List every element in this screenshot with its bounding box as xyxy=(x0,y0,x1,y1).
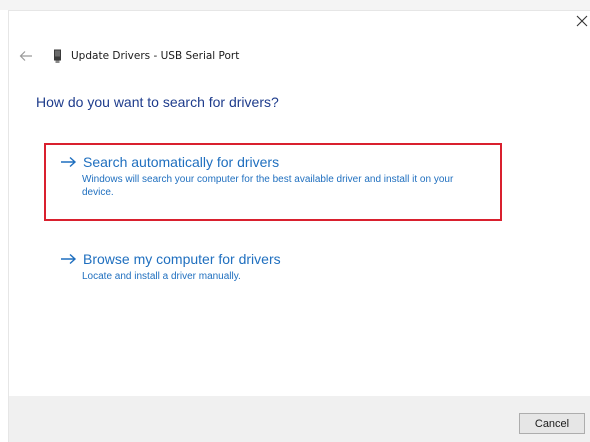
option-description: Windows will search your computer for th… xyxy=(82,174,454,198)
page-heading: How do you want to search for drivers? xyxy=(36,94,279,110)
right-arrow-icon xyxy=(61,156,77,168)
option-title: Search automatically for drivers xyxy=(83,154,280,170)
browse-computer-option[interactable]: Browse my computer for drivers Locate an… xyxy=(60,249,500,283)
update-drivers-dialog xyxy=(8,10,590,442)
close-button[interactable] xyxy=(574,13,590,29)
close-icon xyxy=(576,15,588,27)
dialog-title: Update Drivers - USB Serial Port xyxy=(71,50,240,62)
background-strip xyxy=(0,0,590,10)
right-arrow-icon xyxy=(61,253,77,265)
back-arrow-icon xyxy=(19,51,32,61)
option-description: Locate and install a driver manually. xyxy=(82,271,241,282)
dialog-titlebar: Update Drivers - USB Serial Port xyxy=(52,46,239,66)
back-button[interactable] xyxy=(18,48,34,62)
option-title: Browse my computer for drivers xyxy=(83,251,281,267)
usb-device-icon xyxy=(54,49,61,63)
search-automatically-option[interactable]: Search automatically for drivers Windows… xyxy=(60,152,500,199)
cancel-button[interactable]: Cancel xyxy=(519,413,585,434)
dialog-footer xyxy=(9,396,590,442)
